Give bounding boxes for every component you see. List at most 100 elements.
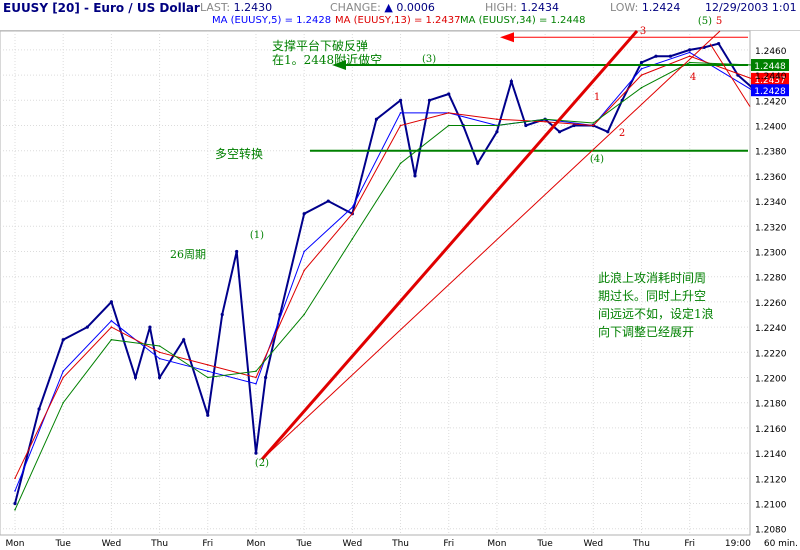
y-tick-label: 1.2080: [755, 526, 787, 536]
x-tick-label: Mon: [246, 539, 265, 549]
data-point: [110, 326, 113, 328]
y-tick-label: 1.2320: [755, 223, 787, 233]
data-point: [544, 118, 546, 120]
data-point: [206, 370, 209, 373]
y-tick-label: 1.2240: [755, 324, 787, 334]
data-point: [639, 60, 644, 65]
data-point: [544, 120, 546, 123]
data-point: [110, 338, 113, 341]
level-label: 1.2448: [754, 62, 786, 72]
annotation-label_3a: (3): [422, 54, 436, 65]
data-point: [303, 313, 305, 316]
data-point: [220, 312, 224, 317]
x-tick-label: 19:00: [725, 539, 751, 549]
data-point: [413, 174, 417, 178]
data-point: [640, 74, 643, 76]
y-tick-label: 1.2260: [755, 299, 787, 309]
y-tick-label: 1.2420: [755, 97, 787, 107]
data-point: [14, 490, 16, 492]
data-point: [654, 54, 658, 58]
x-tick-label: Tue: [55, 539, 72, 549]
data-point: [447, 92, 451, 96]
annotation-label_1: (1): [250, 230, 264, 241]
data-point: [158, 357, 161, 360]
data-point: [688, 51, 691, 54]
data-point: [509, 79, 513, 83]
data-point: [264, 375, 268, 380]
data-point: [717, 42, 721, 46]
y-tick-label: 1.2220: [755, 349, 787, 359]
data-point: [606, 130, 610, 134]
x-tick-label: Thu: [632, 539, 650, 549]
annotation-comment1: 此浪上攻消耗时间周: [598, 270, 706, 285]
interval-label: 60 min.: [764, 539, 798, 549]
annotation-label_5: (5): [698, 16, 712, 27]
annotation-label_4: (4): [590, 154, 604, 165]
y-tick-label: 1.2400: [755, 123, 787, 133]
data-point: [206, 364, 209, 366]
annotation-duo_kong: 多空转换: [215, 146, 263, 161]
y-tick-label: 1.2180: [755, 400, 787, 410]
data-point: [399, 124, 402, 127]
y-tick-label: 1.2160: [755, 425, 787, 435]
x-tick-label: Thu: [391, 539, 409, 549]
data-point: [157, 375, 162, 380]
data-point: [62, 376, 64, 379]
data-point: [255, 370, 257, 373]
y-tick-label: 1.2440: [755, 72, 787, 82]
data-point: [399, 112, 402, 114]
data-point: [592, 122, 595, 124]
y-tick-label: 1.2280: [755, 274, 787, 284]
y-tick-label: 1.2360: [755, 173, 787, 183]
y-tick-label: 1.2200: [755, 375, 787, 385]
annotation-text1: 支撑平台下破反弹: [272, 38, 368, 53]
x-tick-label: Tue: [536, 539, 553, 549]
data-point: [206, 376, 209, 379]
data-point: [496, 118, 498, 120]
data-point: [158, 351, 161, 354]
annotation-num_1: 1: [594, 92, 600, 103]
data-point: [255, 376, 257, 379]
data-point: [351, 238, 354, 240]
data-point: [14, 509, 16, 511]
data-point: [398, 98, 403, 102]
data-point: [447, 124, 450, 127]
annotation-comment4: 向下调整已经展开: [598, 324, 694, 339]
data-point: [14, 477, 16, 480]
data-point: [476, 161, 480, 165]
data-point: [254, 451, 258, 455]
y-tick-label: 1.2100: [755, 501, 787, 511]
data-point: [557, 130, 562, 134]
data-point: [668, 54, 673, 58]
data-point: [496, 124, 498, 127]
data-point: [374, 117, 379, 121]
annotation-num_2: 2: [619, 128, 625, 139]
data-point: [688, 48, 692, 52]
data-point: [524, 123, 528, 128]
x-tick-label: Fri: [202, 539, 213, 549]
annotation-num_4: 4: [690, 72, 696, 83]
data-point: [640, 86, 643, 89]
data-point: [110, 320, 113, 322]
y-tick-label: 1.2460: [755, 47, 787, 57]
data-point: [148, 325, 152, 329]
annotation-comment3: 间远远不如，设定1浪: [598, 306, 714, 321]
data-point: [109, 300, 113, 304]
x-tick-label: Thu: [150, 539, 168, 549]
data-point: [303, 250, 305, 253]
data-point: [235, 249, 239, 254]
data-point: [13, 501, 17, 506]
price-chart: 1.24481.24371.2428支撑平台下破反弹在1。2448附近做空 (3)…: [0, 16, 798, 549]
data-point: [495, 130, 499, 134]
data-point: [37, 407, 41, 411]
x-tick-label: Mon: [487, 539, 506, 549]
x-tick-label: Mon: [6, 539, 25, 549]
annotation-cycle: 26周期: [170, 248, 206, 261]
data-point: [62, 401, 64, 404]
data-point: [206, 413, 210, 417]
y-tick-label: 1.2340: [755, 198, 787, 208]
annotation-text2: 在1。2448附近做空: [272, 52, 382, 67]
x-tick-label: Wed: [584, 539, 604, 549]
annotation-num_3: 3: [640, 26, 646, 37]
x-tick-label: Wed: [102, 539, 122, 549]
